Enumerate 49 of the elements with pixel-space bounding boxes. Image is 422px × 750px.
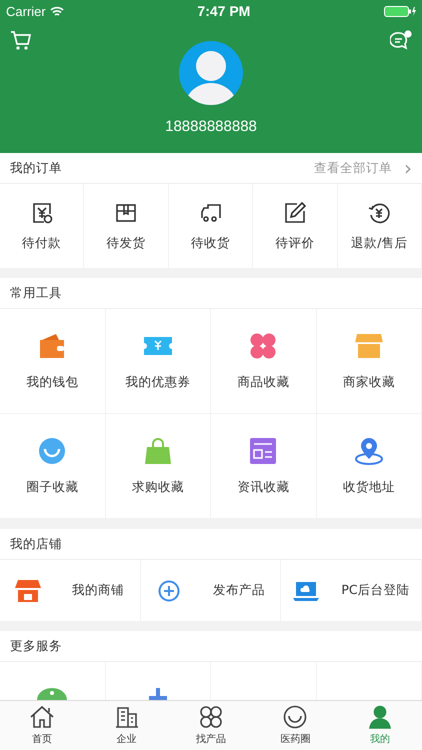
news-icon (248, 436, 278, 464)
service-icon (148, 688, 167, 700)
tool-item[interactable]: 我的钱包 (0, 309, 106, 414)
tool-item[interactable]: 商家收藏 (316, 309, 422, 414)
tool-item[interactable]: 求购收藏 (106, 414, 211, 519)
add-icon (156, 580, 182, 602)
tab-item[interactable]: 找产品 (168, 701, 254, 750)
tab-item[interactable]: 首页 (0, 701, 84, 750)
smile-icon (282, 705, 308, 729)
location-icon (354, 436, 384, 464)
laptop-icon (292, 580, 319, 602)
cart-icon[interactable] (10, 30, 32, 52)
shop-item[interactable]: 我的商铺 (0, 560, 141, 621)
tool-item[interactable]: 我的优惠券 (106, 309, 211, 414)
message-icon[interactable] (390, 30, 412, 50)
phone-number: 18888888888 (165, 118, 257, 135)
building-icon (114, 705, 140, 729)
shop-item[interactable]: 发布产品 (140, 560, 282, 621)
smile-icon (37, 436, 68, 464)
order-status-item[interactable]: 待发货 (84, 184, 169, 268)
tool-item[interactable]: 商品收藏 (211, 309, 316, 414)
shop-item[interactable]: PC后台登陆 (281, 560, 422, 621)
tab-item[interactable]: 我的 (338, 701, 422, 750)
carrier-label: Carrier (6, 4, 46, 18)
tab-item[interactable]: 医药圈 (253, 701, 338, 750)
user-icon (366, 705, 393, 729)
store-icon (15, 580, 42, 602)
tool-item[interactable]: 收货地址 (316, 414, 422, 519)
section-title: 更多服务 (10, 638, 62, 654)
order-status-item[interactable]: 退款/售后 (338, 184, 422, 268)
status-time: 7:47 PM (197, 3, 250, 19)
section-title: 常用工具 (10, 284, 62, 302)
battery-icon (384, 6, 416, 16)
refund-icon (367, 200, 392, 224)
bag-icon (142, 436, 173, 464)
tool-item[interactable]: 圈子收藏 (0, 414, 106, 519)
order-status-item[interactable]: 待评价 (253, 184, 338, 268)
edit-icon (282, 200, 307, 224)
home-icon (29, 705, 56, 729)
tab-item[interactable]: 企业 (84, 701, 169, 750)
clover-icon (248, 332, 278, 360)
order-status-item[interactable]: 待收货 (168, 184, 254, 268)
grid-icon (198, 705, 224, 729)
section-title: 我的店铺 (10, 536, 62, 552)
wifi-icon (50, 6, 64, 16)
tool-item[interactable]: 资讯收藏 (211, 414, 316, 519)
section-title: 我的订单 (10, 160, 62, 176)
order-status-item[interactable]: 待付款 (0, 184, 84, 268)
store-icon (354, 332, 384, 360)
